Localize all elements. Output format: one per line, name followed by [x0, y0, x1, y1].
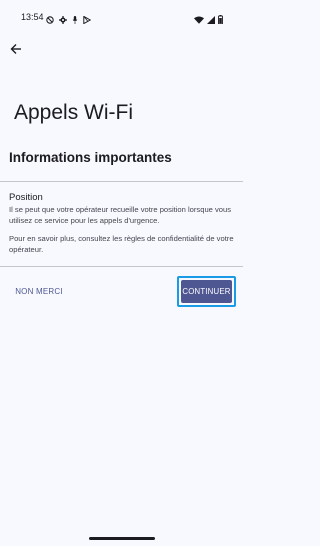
do-not-disturb-icon — [46, 11, 54, 29]
arrow-left-icon — [10, 43, 22, 58]
divider-bottom — [0, 266, 243, 267]
mic-icon — [72, 11, 78, 29]
status-icons-right — [194, 11, 223, 29]
gear-icon — [59, 11, 67, 29]
info-heading: Position — [9, 192, 43, 203]
gesture-navigation-bar[interactable] — [89, 537, 155, 540]
section-title: Informations importantes — [9, 150, 172, 165]
play-store-icon — [83, 11, 92, 29]
wifi-icon — [194, 11, 204, 29]
back-button[interactable] — [6, 40, 26, 60]
cell-signal-icon — [207, 11, 215, 29]
continue-button[interactable]: CONTINUER — [181, 280, 232, 303]
status-icons-left — [46, 11, 92, 29]
status-time: 13:54 — [21, 12, 44, 22]
decline-button[interactable]: NON MERCI — [9, 280, 69, 302]
info-paragraph-location: Il se peut que votre opérateur recueille… — [9, 205, 232, 225]
divider-top — [0, 181, 243, 182]
info-paragraph-privacy: Pour en savoir plus, consultez les règle… — [9, 234, 234, 254]
battery-icon — [218, 11, 223, 29]
page-title: Appels Wi-Fi — [14, 101, 134, 124]
status-bar: 13:54 — [0, 0, 243, 30]
